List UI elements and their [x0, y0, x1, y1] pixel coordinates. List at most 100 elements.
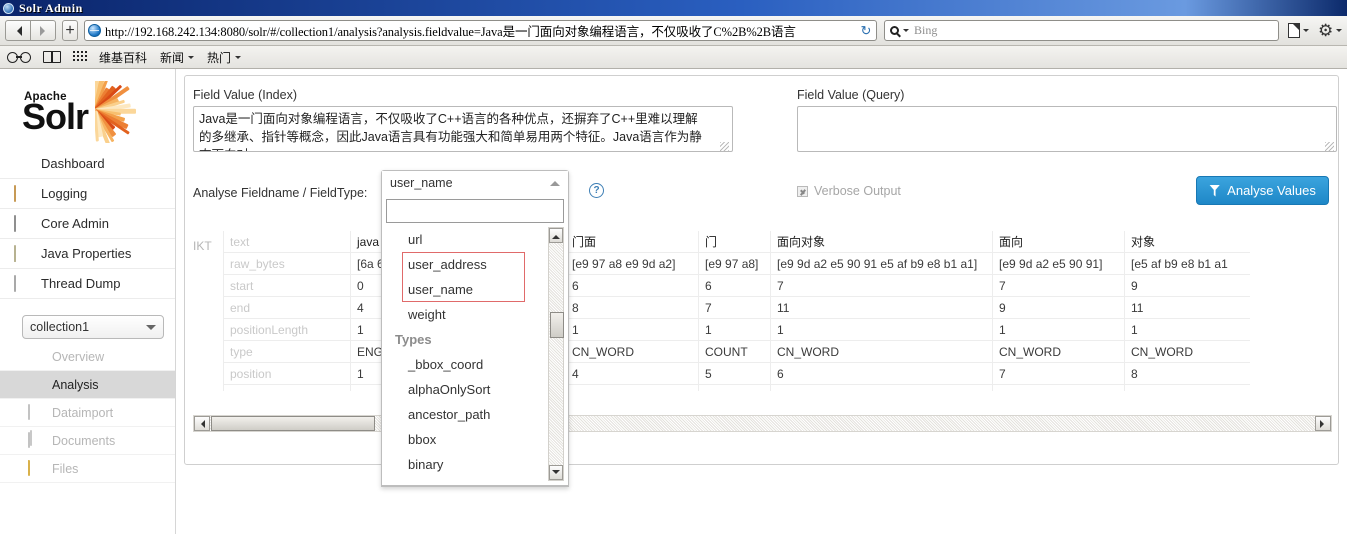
results-row-label: end [224, 297, 350, 319]
verbose-output-checkbox[interactable]: Verbose Output [797, 184, 901, 198]
page-icon [1288, 23, 1300, 38]
sidebar-item-label: Core Admin [41, 216, 109, 231]
fieldname-dropdown-trigger[interactable]: user_name [382, 171, 568, 195]
reading-glasses-icon[interactable] [7, 52, 31, 63]
solr-logo[interactable]: Apache Solr [22, 81, 172, 143]
dropdown-option[interactable]: user_name [386, 277, 546, 302]
dashboard-icon [14, 156, 35, 172]
core-selector[interactable]: collection1 [22, 315, 164, 339]
scroll-left-button[interactable] [194, 416, 210, 431]
globe-icon [88, 24, 101, 37]
help-icon[interactable]: ? [589, 183, 604, 198]
dropdown-option[interactable]: user_address [386, 252, 546, 277]
caret-right-icon [1320, 419, 1328, 428]
sidebar-item-logging[interactable]: Logging [0, 179, 175, 209]
dropdown-option[interactable]: url [386, 227, 546, 252]
results-token-header: 门面 [566, 231, 698, 253]
apps-grid-icon[interactable] [73, 51, 87, 63]
results-cell: 1 [699, 319, 770, 341]
analyse-values-label: Analyse Values [1227, 183, 1316, 198]
settings-menu-chevron-icon [1336, 29, 1342, 35]
results-cell: CN_WORD [771, 341, 992, 363]
search-box[interactable]: Bing [884, 20, 1279, 41]
search-provider-chevron-icon[interactable] [903, 29, 909, 35]
window-title: Solr Admin [19, 0, 83, 15]
dropdown-option[interactable]: _bbox_coord [386, 352, 546, 377]
back-button[interactable] [5, 20, 31, 41]
textarea-resize-grip-query[interactable] [1325, 142, 1334, 151]
checkbox-checked-icon [797, 185, 808, 197]
dropdown-option[interactable]: weight [386, 302, 546, 327]
dropdown-vertical-scrollbar[interactable] [548, 227, 564, 481]
dropdown-option[interactable]: bbox [386, 427, 546, 452]
sidebar-item-label: Java Properties [41, 246, 132, 261]
bookmark-label: 维基百科 [99, 50, 148, 65]
dropdown-option[interactable]: ancestor_path [386, 402, 546, 427]
dropdown-scrollbar-thumb[interactable] [550, 312, 564, 338]
analyse-values-button[interactable]: Analyse Values [1196, 176, 1329, 205]
book-icon[interactable] [43, 51, 61, 63]
fieldname-dropdown-menu: url user_address user_name weight Types _bbox… [381, 195, 569, 486]
sidebar-item-analysis[interactable]: Analysis [0, 371, 175, 399]
sidebar-item-dashboard[interactable]: Dashboard [0, 149, 175, 179]
dataimport-icon [28, 404, 46, 420]
new-tab-button[interactable]: + [62, 20, 78, 41]
results-cell: 1 [771, 319, 992, 341]
field-value-query-input[interactable] [797, 106, 1337, 152]
results-cell: 8 [1125, 363, 1250, 385]
field-value-index-input[interactable]: Java是一门面向对象编程语言，不仅吸收了C++语言的各种优点，还摒弃了C++里… [193, 106, 733, 152]
analyzer-label: IKT [193, 239, 212, 253]
scroll-right-button[interactable] [1315, 416, 1331, 431]
sidebar-item-label: Files [52, 461, 79, 476]
scrollbar-thumb[interactable] [211, 416, 375, 431]
sidebar-item-core-admin[interactable]: Core Admin [0, 209, 175, 239]
analysis-panel: Field Value (Index) Java是一门面向对象编程语言，不仅吸收… [184, 75, 1339, 465]
textarea-resize-grip-index[interactable] [720, 142, 729, 151]
sidebar-item-thread-dump[interactable]: Thread Dump [0, 269, 175, 299]
verbose-output-label: Verbose Output [814, 184, 901, 198]
fieldname-filter-input[interactable] [386, 199, 564, 223]
forward-button[interactable] [30, 20, 56, 41]
results-row-label: text [224, 231, 350, 253]
bookmark-item-1[interactable]: 新闻 [160, 49, 195, 66]
dropdown-option[interactable]: binary [386, 452, 546, 477]
bookmark-label: 新闻 [160, 50, 185, 65]
results-token-header: 面向 [993, 231, 1124, 253]
reload-icon[interactable]: ↻ [859, 23, 873, 38]
fieldname-dropdown[interactable]: user_name url user_address user_name weight… [381, 170, 569, 487]
sidebar-item-java-properties[interactable]: Java Properties [0, 239, 175, 269]
results-horizontal-scrollbar[interactable] [193, 415, 1332, 432]
sidebar-item-files[interactable]: Files [0, 455, 175, 483]
dropdown-scroll-down-button[interactable] [549, 465, 563, 480]
bookmark-item-0[interactable]: 维基百科 [99, 49, 147, 66]
core-admin-icon [14, 214, 35, 232]
funnel-icon [28, 377, 46, 392]
sidebar-item-documents[interactable]: Documents [0, 427, 175, 455]
fieldname-dropdown-value: user_name [390, 176, 453, 190]
results-cell: CN_WORD [566, 341, 698, 363]
field-value-index-label: Field Value (Index) [193, 88, 297, 102]
address-bar[interactable]: http://192.168.242.134:8080/solr/#/colle… [84, 20, 877, 41]
dropdown-option[interactable]: alphaOnlySort [386, 377, 546, 402]
page-menu-button[interactable] [1288, 23, 1309, 38]
results-cell: 1 [1125, 319, 1250, 341]
funnel-icon [1209, 184, 1221, 197]
sidebar-item-label: Thread Dump [41, 276, 121, 291]
page-content: Apache Solr Dashboard Logging Core Admin… [0, 69, 1347, 534]
results-cell: [e9 97 a8 e9 9d a2] [566, 253, 698, 275]
results-token-header: 门 [699, 231, 770, 253]
bookmark-item-2[interactable]: 热门 [207, 49, 242, 66]
dropdown-scroll-up-button[interactable] [549, 228, 563, 243]
results-column: 面向 [e9 9d a2 e5 90 91] 7 9 1 CN_WORD 7 [992, 231, 1124, 391]
dropdown-group-header: Types [395, 332, 432, 347]
sidebar-item-dataimport[interactable]: Dataimport [0, 399, 175, 427]
home-icon [28, 349, 46, 364]
sidebar-item-overview[interactable]: Overview [0, 343, 175, 371]
sidebar-item-label: Dataimport [52, 405, 114, 420]
settings-menu-button[interactable] [1318, 23, 1342, 38]
results-row: IKT text raw_bytes start end positionLength t… [185, 231, 1340, 391]
window-title-bar: Solr Admin [0, 0, 1347, 16]
thread-dump-icon [14, 274, 35, 292]
results-row-label: start [224, 275, 350, 297]
chevron-down-icon [146, 324, 156, 335]
